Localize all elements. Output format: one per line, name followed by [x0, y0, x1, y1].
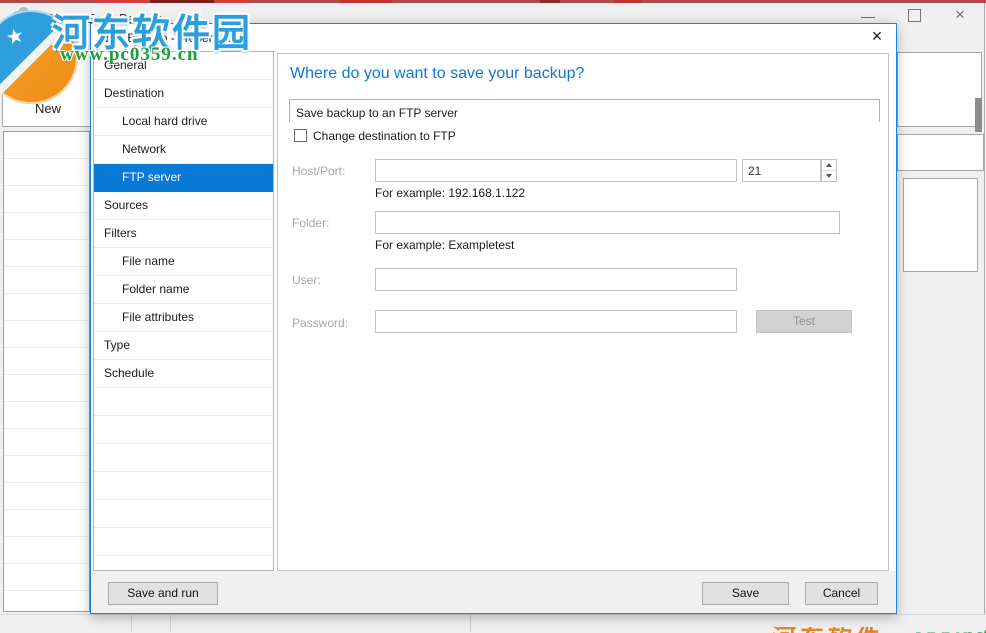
user-label: User:	[292, 273, 321, 287]
sidebar-item-filters[interactable]: Filters	[94, 220, 273, 248]
window-edge-fragment	[975, 98, 982, 132]
sidebar-empty-row	[94, 500, 273, 528]
dialog-close-icon[interactable]: ×	[864, 26, 890, 48]
dialog-title: New Backup - properties	[100, 31, 231, 45]
sidebar-item-ftp-server[interactable]: FTP server	[94, 164, 273, 192]
plus-badge-icon: +	[53, 54, 72, 73]
test-button[interactable]: Test	[756, 310, 852, 333]
password-label: Password:	[292, 316, 348, 330]
port-input[interactable]	[742, 159, 821, 182]
host-example-text: For example: 192.168.1.122	[375, 186, 525, 200]
change-destination-checkbox[interactable]	[294, 129, 307, 142]
window-right-border	[984, 3, 985, 631]
spin-down-icon[interactable]	[822, 171, 836, 181]
sidebar-empty-row	[94, 528, 273, 556]
folder-input[interactable]	[375, 211, 840, 234]
sidebar-item-sources[interactable]: Sources	[94, 192, 273, 220]
sidebar-item-file-name[interactable]: File name	[94, 248, 273, 276]
sidebar-item-schedule[interactable]: Schedule	[94, 360, 273, 388]
close-icon[interactable]: ×	[950, 4, 970, 26]
page-title: Where do you want to save your backup?	[290, 65, 584, 83]
dialog-footer: Save and run Save Cancel	[91, 571, 896, 613]
sidebar-item-destination[interactable]: Destination	[94, 80, 273, 108]
new-backup-button[interactable]: + New	[17, 57, 79, 123]
sidebar-empty-row	[94, 444, 273, 472]
spin-up-icon[interactable]	[822, 160, 836, 171]
dialog-titlebar[interactable]: New Backup - properties ×	[91, 24, 896, 49]
header-row-fragment	[897, 134, 984, 171]
new-button-label: New	[17, 101, 79, 116]
port-spinner	[821, 159, 837, 182]
group-caption: Save backup to an FTP server	[296, 106, 458, 120]
sidebar-item-file-attributes[interactable]: File attributes	[94, 304, 273, 332]
host-input[interactable]	[375, 159, 737, 182]
sidebar-empty-row	[94, 416, 273, 444]
sidebar-empty-row	[94, 472, 273, 500]
status-separator	[131, 615, 132, 632]
cancel-button[interactable]: Cancel	[805, 582, 878, 605]
watermark-star-icon: ★	[3, 22, 26, 51]
top-red-artifact-line	[0, 0, 986, 3]
side-panel-fragment	[903, 178, 978, 272]
sidebar-item-network[interactable]: Network	[94, 136, 273, 164]
minimize-icon[interactable]	[861, 17, 875, 18]
folder-label: Folder:	[292, 216, 329, 230]
password-input[interactable]	[375, 310, 737, 333]
change-destination-label: Change destination to FTP	[313, 129, 456, 143]
sidebar-item-local-hard-drive[interactable]: Local hard drive	[94, 108, 273, 136]
app-icon	[12, 7, 34, 21]
sidebar-empty-row	[94, 388, 273, 416]
new-backup-properties-dialog: New Backup - properties × General Destin…	[90, 23, 897, 614]
sidebar-item-general[interactable]: General	[94, 52, 273, 80]
save-button[interactable]: Save	[702, 582, 789, 605]
toolbar-panel-right-fragment	[897, 52, 982, 127]
backup-list-fragment	[3, 131, 90, 612]
save-and-run-button[interactable]: Save and run	[108, 582, 218, 605]
sidebar-item-type[interactable]: Type	[94, 332, 273, 360]
toolbar-panel-left: + New	[2, 52, 92, 127]
sidebar-item-folder-name[interactable]: Folder name	[94, 276, 273, 304]
user-input[interactable]	[375, 268, 737, 291]
sidebar-empty-row	[94, 556, 273, 571]
host-port-label: Host/Port:	[292, 164, 345, 178]
status-separator	[170, 615, 171, 632]
folder-example-text: For example: Exampletest	[375, 238, 514, 252]
status-separator	[470, 615, 471, 632]
maximize-icon[interactable]	[908, 9, 921, 22]
status-bar	[0, 614, 986, 633]
dialog-content-panel: Where do you want to save your backup? S…	[277, 53, 889, 571]
dialog-sidebar: General Destination Local hard drive Net…	[93, 51, 274, 571]
